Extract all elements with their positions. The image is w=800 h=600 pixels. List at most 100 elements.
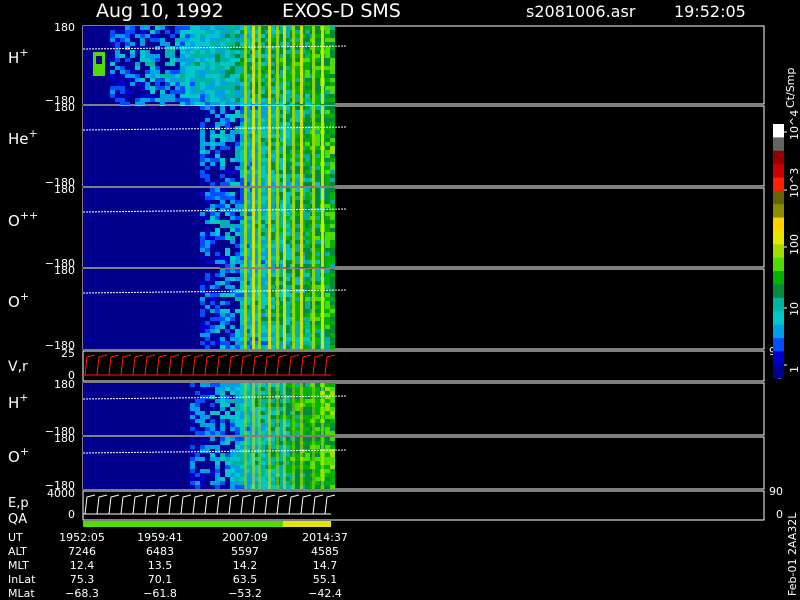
spectrogram-cell xyxy=(210,395,215,399)
spectrogram-cell xyxy=(200,469,205,473)
spectrogram-cell xyxy=(295,114,300,118)
spectrogram-cell xyxy=(315,293,320,297)
spectrogram-cell xyxy=(330,212,335,216)
spectrogram-cell xyxy=(315,188,320,192)
spectrogram-cell xyxy=(195,30,200,34)
spectrogram-cell xyxy=(190,415,195,419)
spectrogram-cell xyxy=(200,98,205,102)
spectrogram-cell xyxy=(315,441,320,445)
spectrogram-cell xyxy=(325,122,330,126)
spectrogram-cell xyxy=(235,269,240,273)
spectrogram-cell xyxy=(155,98,160,102)
spectrogram-cell xyxy=(330,74,335,78)
spectrogram-cell xyxy=(325,50,330,54)
spectrogram-cell xyxy=(210,333,215,337)
spectrogram-cell xyxy=(130,26,135,30)
panel-species: O+ xyxy=(8,290,29,311)
spectrogram-cell xyxy=(235,485,240,489)
spectrogram-cell xyxy=(325,395,330,399)
spectrogram-cell xyxy=(220,325,225,329)
spectrogram-cell xyxy=(305,50,310,54)
spectrogram-cell xyxy=(230,317,235,321)
spectrogram-cell xyxy=(295,252,300,256)
spectrogram-cell xyxy=(330,260,335,264)
spectrogram-cell xyxy=(295,154,300,158)
spectrogram-cell xyxy=(210,146,215,150)
spectrogram-cell xyxy=(295,264,300,268)
spectrogram-cell xyxy=(305,481,310,485)
spectrogram-cell xyxy=(225,437,230,441)
spectrogram-cell xyxy=(115,58,120,62)
spectrogram-cell xyxy=(125,38,130,42)
spectrogram-cell xyxy=(225,34,230,38)
spectrogram-cell xyxy=(225,182,230,186)
spectrogram-cell xyxy=(220,273,225,277)
spectrogram-cell xyxy=(315,437,320,441)
spectrogram-cell xyxy=(170,78,175,82)
spectrogram-band xyxy=(312,26,315,104)
spectrogram-cell xyxy=(215,317,220,321)
spectrogram-cell xyxy=(295,269,300,273)
spectrogram-cell xyxy=(330,469,335,473)
spectrogram-cell xyxy=(295,26,300,30)
spectrogram-cell xyxy=(175,82,180,86)
spectrogram-cell xyxy=(235,146,240,150)
spectrogram-cell xyxy=(295,465,300,469)
spectrogram-cell xyxy=(305,150,310,154)
spectrogram-cell xyxy=(210,289,215,293)
spectrogram-cell xyxy=(230,30,235,34)
spectrogram-cell xyxy=(325,309,330,313)
spectrogram-cell xyxy=(330,42,335,46)
spectrogram-cell xyxy=(115,94,120,98)
spectrogram-cell xyxy=(165,54,170,58)
spectrogram-cell xyxy=(295,158,300,162)
spectrogram-cell xyxy=(230,269,235,273)
spectrogram-cell xyxy=(325,174,330,178)
spectrogram-cell xyxy=(330,437,335,441)
spectrogram-cell xyxy=(215,273,220,277)
spectrogram-cell xyxy=(315,174,320,178)
spectrogram-cell xyxy=(215,74,220,78)
spectrogram-cell xyxy=(330,391,335,395)
spectrogram-cell xyxy=(125,74,130,78)
spectrogram-cell xyxy=(230,415,235,419)
spectrogram-cell xyxy=(330,110,335,114)
spectrogram-cell xyxy=(315,58,320,62)
spectrogram-cell xyxy=(295,485,300,489)
spectrogram-cell xyxy=(140,54,145,58)
spectrogram-cell xyxy=(315,445,320,449)
colorbar-tick-label: 10^4 xyxy=(788,110,800,140)
spectrogram-cell xyxy=(305,220,310,224)
spectrogram-cell xyxy=(235,82,240,86)
spectrogram-cell xyxy=(215,457,220,461)
spectrogram-cell xyxy=(230,78,235,82)
spectrogram-cell xyxy=(305,34,310,38)
spectrogram-cell xyxy=(205,26,210,30)
spectrogram-band xyxy=(276,188,279,267)
spectrogram-cell xyxy=(210,240,215,244)
spectrogram-cell xyxy=(130,70,135,74)
colorbar-tick-label: 100 xyxy=(788,234,800,255)
spectrogram-cell xyxy=(295,453,300,457)
colorbar-swatch xyxy=(773,257,784,272)
spectrogram-cell xyxy=(230,38,235,42)
spectrogram-cell xyxy=(305,102,310,106)
spectrogram-band xyxy=(244,269,247,349)
spectrogram-band xyxy=(244,26,247,104)
spectrogram-cell xyxy=(315,70,320,74)
spectrogram-cell xyxy=(130,74,135,78)
spectrogram-cell xyxy=(305,269,310,273)
spectrogram-cell xyxy=(325,114,330,118)
spectrogram-cell xyxy=(295,174,300,178)
spectrogram-cell xyxy=(210,74,215,78)
header-time: 19:52:05 xyxy=(674,2,746,21)
spectrogram-cell xyxy=(225,94,230,98)
spectrogram-cell xyxy=(315,252,320,256)
spectrogram-cell xyxy=(315,313,320,317)
panel-6: 180−180H+ xyxy=(8,378,765,438)
spectrogram-cell xyxy=(315,419,320,423)
spectrogram-cell xyxy=(315,146,320,150)
spectrogram-cell xyxy=(210,260,215,264)
spectrogram-cell xyxy=(295,118,300,122)
spectrogram-cell xyxy=(295,345,300,349)
